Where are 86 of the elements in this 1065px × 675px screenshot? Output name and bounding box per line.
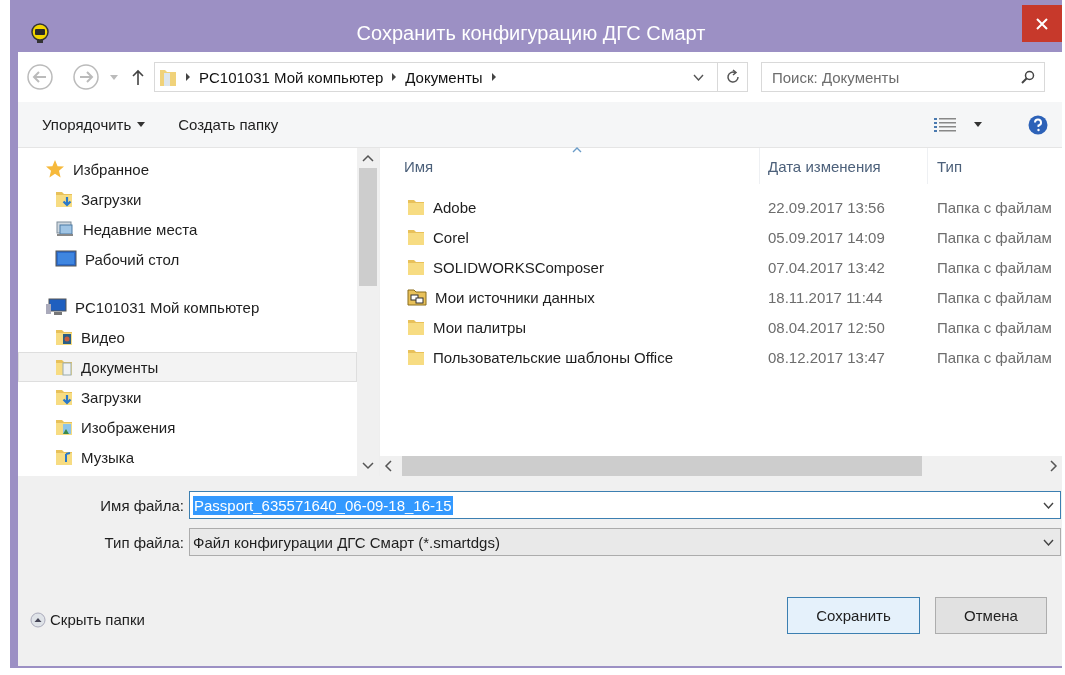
video-folder-icon — [55, 327, 73, 347]
chevron-icon — [490, 72, 497, 82]
caret-icon[interactable] — [974, 122, 982, 127]
file-row[interactable]: SOLIDWORKSComposer — [380, 252, 760, 282]
table-cell-text: Папка с файлам — [936, 227, 1053, 248]
table-cell-text: 07.04.2017 13:42 — [767, 257, 886, 278]
scrollbar[interactable] — [380, 456, 1062, 476]
file-row[interactable]: Мои палитры — [380, 312, 760, 342]
scroll-up-icon[interactable] — [362, 154, 374, 162]
scroll-thumb[interactable] — [402, 456, 922, 476]
nav-item[interactable]: Недавние места — [18, 214, 357, 244]
scroll-left-icon[interactable] — [384, 460, 392, 472]
file-name-label: Имя файла: — [99, 496, 185, 514]
folder-icon — [159, 67, 177, 87]
music-folder-icon — [55, 447, 73, 467]
file-type-label: Тип файла: — [103, 533, 185, 551]
table-cell-text: 18.11.2017 11:44 — [767, 287, 884, 308]
app-icon — [30, 23, 50, 43]
download-folder-icon — [55, 387, 73, 407]
file-row[interactable]: Мои источники данных — [380, 282, 760, 312]
chevron-icon — [391, 72, 398, 82]
search-icon[interactable] — [1021, 70, 1035, 84]
folder-icon — [407, 347, 425, 367]
scroll-down-icon[interactable] — [362, 462, 374, 470]
caret-icon — [137, 122, 146, 127]
dropdown-icon[interactable] — [693, 73, 704, 81]
table-cell-text: 22.09.2017 13:56 — [767, 197, 886, 218]
column-header[interactable]: Тип — [928, 148, 1062, 184]
folder-icon — [407, 317, 425, 337]
nav-item[interactable]: Документы — [18, 352, 357, 382]
nav-item[interactable]: Избранное — [18, 154, 357, 184]
scrollbar[interactable] — [357, 148, 379, 476]
file-row[interactable]: Corel — [380, 222, 760, 252]
new-folder-button[interactable]: Создать папку — [178, 116, 279, 133]
recent-places-icon — [55, 220, 75, 238]
table-cell-text: Папка с файлам — [936, 257, 1053, 278]
computer-icon — [45, 298, 67, 316]
table-cell-text: Папка с файлам — [936, 317, 1053, 338]
nav-item[interactable]: Изображения — [18, 412, 357, 442]
up-arrow-icon[interactable] — [132, 69, 144, 85]
table-cell-text: 08.04.2017 12:50 — [767, 317, 886, 338]
refresh-icon[interactable] — [724, 69, 741, 85]
address-bar[interactable]: PC101031 Мой компьютер Документы — [154, 62, 748, 92]
data-folder-icon — [407, 288, 427, 306]
table-cell-text: Папка с файлам — [936, 287, 1053, 308]
table-cell-text: 05.09.2017 14:09 — [767, 227, 886, 248]
download-folder-icon — [55, 189, 73, 209]
nav-item[interactable]: PC101031 Мой компьютер — [18, 292, 357, 322]
hide-folders-button[interactable]: Скрыть папки — [30, 611, 145, 628]
chevron-icon — [185, 72, 191, 82]
pictures-folder-icon — [55, 417, 73, 437]
nav-item[interactable]: Рабочий стол — [18, 244, 357, 274]
table-cell-text: Папка с файлам — [936, 347, 1053, 368]
file-row[interactable]: Adobe — [380, 192, 760, 222]
save-button[interactable]: Сохранить — [787, 597, 920, 634]
dropdown-icon[interactable] — [1043, 538, 1054, 546]
search-field[interactable]: Поиск: Документы — [761, 62, 1045, 92]
nav-item[interactable]: Загрузки — [18, 184, 357, 214]
scroll-thumb[interactable] — [359, 168, 377, 286]
collapse-icon[interactable] — [30, 611, 46, 628]
documents-folder-icon — [55, 357, 73, 377]
file-type-dropdown[interactable]: Файл конфигурации ДГС Смарт (*.smartdgs) — [189, 528, 1061, 556]
help-icon[interactable] — [1028, 114, 1048, 135]
view-icon[interactable] — [934, 116, 956, 133]
folder-icon — [407, 227, 425, 247]
column-header[interactable]: Дата изменения — [760, 148, 928, 184]
breadcrumb[interactable]: Документы — [405, 68, 483, 86]
table-cell-text: Папка с файлам — [936, 197, 1053, 218]
scroll-right-icon[interactable] — [1050, 460, 1058, 472]
nav-item[interactable]: Загрузки — [18, 382, 357, 412]
folder-icon — [407, 257, 425, 277]
close-button[interactable] — [1022, 5, 1062, 42]
organize-menu[interactable]: Упорядочить — [42, 116, 132, 133]
star-icon — [45, 159, 65, 179]
breadcrumb[interactable]: PC101031 Мой компьютер — [199, 68, 384, 86]
window-title: Сохранить конфигурацию ДГС Смарт — [355, 22, 707, 45]
folder-icon — [407, 197, 425, 217]
dropdown-icon[interactable] — [1043, 501, 1054, 509]
close-icon[interactable] — [1036, 17, 1048, 30]
desktop-icon — [55, 250, 77, 268]
cancel-button[interactable]: Отмена — [935, 597, 1047, 634]
table-cell-text: 08.12.2017 13:47 — [767, 347, 886, 368]
nav-item[interactable]: Видео — [18, 322, 357, 352]
file-row[interactable]: Пользовательские шаблоны Office — [380, 342, 760, 372]
column-header[interactable]: Имя — [380, 148, 760, 184]
nav-item[interactable]: Музыка — [18, 442, 357, 472]
